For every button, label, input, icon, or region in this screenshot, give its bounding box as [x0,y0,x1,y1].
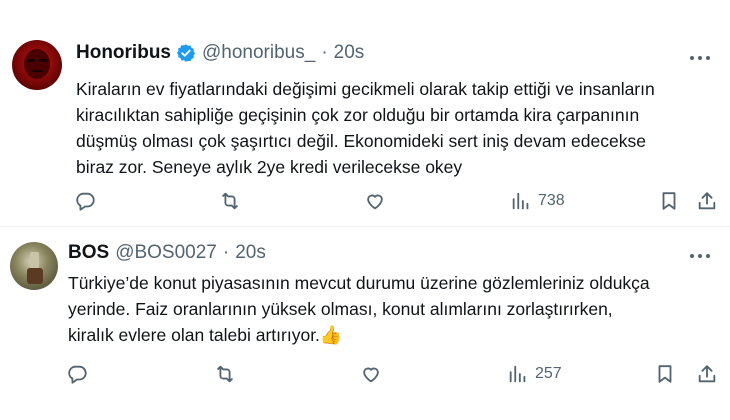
tweet-text: Kiraların ev fiyatlarındaki değişimi gec… [76,79,655,177]
timestamp[interactable]: 20s [235,242,266,264]
avatar-mask-icon [24,49,50,79]
author-handle[interactable]: @honoribus_ [202,42,315,64]
retweet-button[interactable] [214,363,236,385]
retweet-icon [222,192,238,210]
like-button[interactable] [360,363,382,385]
share-button[interactable] [696,363,718,385]
views-button[interactable]: 257 [507,363,562,385]
bookmark-icon [662,192,676,210]
reply-button[interactable] [74,190,96,212]
bookmark-icon [658,365,672,383]
action-bar: 738 [0,190,730,218]
views-button[interactable]: 738 [510,190,565,212]
verified-badge-icon [176,43,196,63]
heart-icon [363,367,379,383]
share-icon [698,192,716,210]
share-button[interactable] [696,190,718,212]
author-handle[interactable]: @BOS0027 [115,242,217,264]
tweet-text-body: Türkiye’de konut piyasasının mevcut duru… [68,273,650,345]
more-options-icon[interactable] [690,254,710,258]
separator-dot: · [222,242,230,263]
separator-dot: · [321,42,328,63]
retweet-icon [217,365,233,383]
more-options-icon[interactable] [690,56,710,60]
avatar-photo-icon [27,252,43,284]
thumbs-up-emoji: 👍 [319,325,343,345]
views-count: 738 [538,192,565,209]
views-icon [512,192,529,210]
reply-icon [76,192,95,211]
views-icon [509,365,526,383]
tweet-text: Türkiye’de konut piyasasının mevcut duru… [68,270,718,348]
views-count: 257 [535,365,562,382]
avatar-bos[interactable] [10,242,58,290]
tweet-bos[interactable]: BOS @BOS0027 · 20s Türkiye’de konut piya… [0,226,730,420]
bookmark-button[interactable] [658,190,680,212]
heart-icon [367,194,383,210]
author-name[interactable]: Honoribus [76,42,171,64]
action-bar: 257 [0,363,730,391]
reply-icon [68,365,87,384]
reply-button[interactable] [66,363,88,385]
tweet-honoribus[interactable]: Honoribus @honoribus_ · 20s Kiraların ev… [0,0,730,226]
retweet-button[interactable] [219,190,241,212]
avatar-honoribus[interactable] [12,40,62,90]
bookmark-button[interactable] [654,363,676,385]
timestamp[interactable]: 20s [334,42,365,64]
author-name[interactable]: BOS [68,242,109,264]
share-icon [698,365,716,383]
like-button[interactable] [364,190,386,212]
